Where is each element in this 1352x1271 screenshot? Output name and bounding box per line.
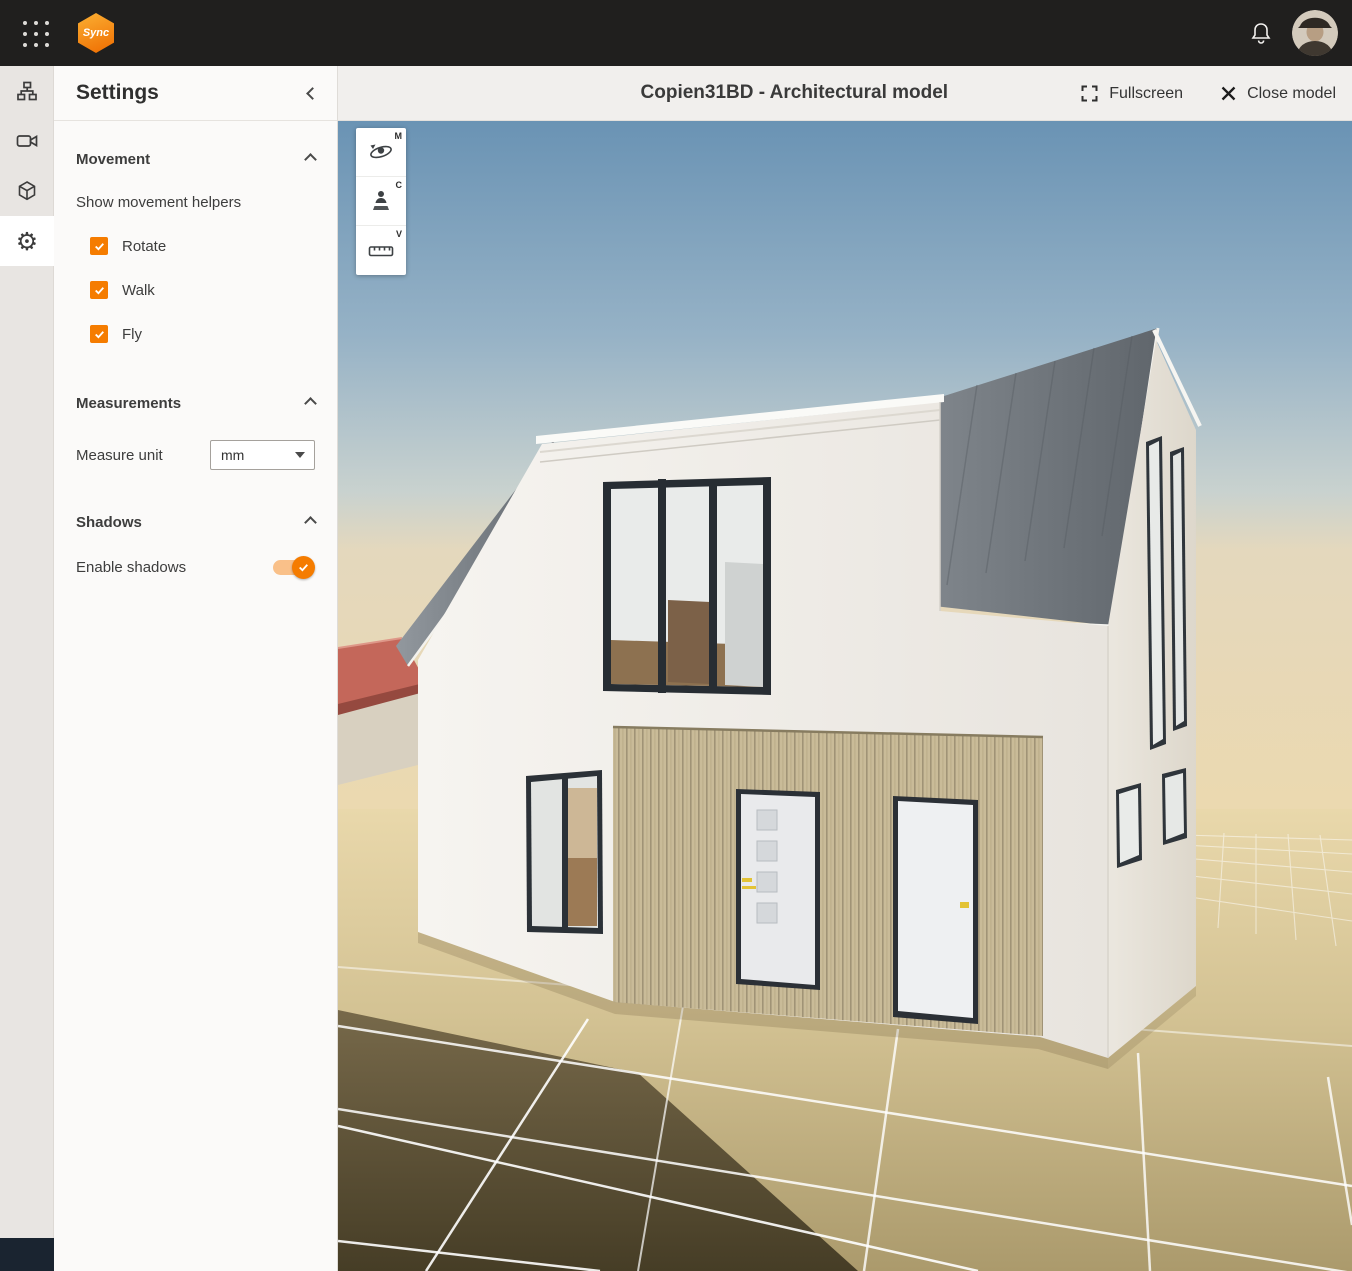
check-icon	[93, 328, 106, 341]
close-model-button[interactable]: Close model	[1221, 85, 1336, 103]
fly-checkbox[interactable]	[90, 325, 108, 343]
shadows-collapse-icon[interactable]	[304, 516, 317, 529]
rotate-checkbox-row[interactable]: Rotate	[76, 237, 315, 255]
cube-3d-icon	[15, 179, 39, 203]
walk-label: Walk	[122, 282, 155, 299]
orbit-icon	[368, 141, 394, 163]
fullscreen-icon	[1081, 85, 1098, 102]
sync-logo[interactable]: Sync	[78, 13, 114, 53]
check-icon	[93, 240, 106, 253]
walk-checkbox[interactable]	[90, 281, 108, 299]
movement-helpers-label: Show movement helpers	[76, 194, 315, 211]
person-icon	[371, 189, 391, 213]
movement-section-title: Movement	[76, 151, 150, 168]
settings-panel-header: Settings	[54, 66, 337, 121]
sidebar-item-hierarchy[interactable]	[0, 66, 54, 116]
enable-shadows-toggle[interactable]	[273, 560, 311, 575]
3d-scene[interactable]	[338, 121, 1352, 1271]
top-bar: Sync	[0, 0, 1352, 66]
viewport-tool-palette: M C V	[356, 128, 406, 275]
notifications-bell-icon[interactable]	[1250, 21, 1272, 50]
dropdown-caret-icon	[295, 452, 305, 458]
3d-canvas[interactable]	[338, 121, 1352, 1271]
measure-ruler-icon	[368, 243, 394, 259]
page-title: Settings	[76, 81, 159, 105]
walk-checkbox-row[interactable]: Walk	[76, 281, 315, 299]
logo-text: Sync	[83, 27, 109, 39]
viewport-header: Copien31BD - Architectural model Fullscr…	[338, 66, 1352, 121]
movement-section: Movement Show movement helpers Rotate Wa…	[54, 151, 337, 343]
video-camera-icon	[15, 129, 39, 153]
rotate-label: Rotate	[122, 238, 166, 255]
sidebar-item-model[interactable]	[0, 166, 54, 216]
collapse-panel-icon[interactable]	[306, 87, 319, 100]
person-hotkey: C	[396, 180, 403, 190]
measurements-collapse-icon[interactable]	[304, 397, 317, 410]
shadows-section-title: Shadows	[76, 514, 142, 531]
measure-unit-select[interactable]: mm	[210, 440, 315, 470]
measure-hotkey: V	[396, 229, 402, 239]
fly-label: Fly	[122, 326, 142, 343]
measure-unit-label: Measure unit	[76, 447, 163, 464]
sidebar-item-settings[interactable]: ⚙	[0, 216, 54, 266]
model-title: Copien31BD - Architectural model	[641, 82, 949, 104]
fullscreen-label: Fullscreen	[1109, 85, 1183, 103]
person-tool-button[interactable]: C	[356, 177, 406, 226]
left-icon-rail: ⚙	[0, 66, 54, 1271]
measurements-section: Measurements Measure unit mm	[54, 395, 337, 470]
enable-shadows-label: Enable shadows	[76, 559, 186, 576]
app-window: Sync	[0, 0, 1352, 1271]
fly-checkbox-row[interactable]: Fly	[76, 325, 315, 343]
rail-footer	[0, 1238, 54, 1271]
shadows-section: Shadows Enable shadows	[54, 514, 337, 576]
movement-collapse-icon[interactable]	[304, 153, 317, 166]
measure-unit-value: mm	[221, 447, 244, 463]
sidebar-item-camera[interactable]	[0, 116, 54, 166]
measure-tool-button[interactable]: V	[356, 226, 406, 275]
orbit-hotkey: M	[395, 131, 403, 141]
rotate-checkbox[interactable]	[90, 237, 108, 255]
check-icon	[297, 561, 310, 574]
check-icon	[93, 284, 106, 297]
fullscreen-button[interactable]: Fullscreen	[1081, 85, 1183, 103]
measurements-section-title: Measurements	[76, 395, 181, 412]
hierarchy-icon	[15, 79, 39, 103]
app-launcher-icon[interactable]	[22, 20, 50, 48]
orbit-tool-button[interactable]: M	[356, 128, 406, 177]
close-model-label: Close model	[1247, 85, 1336, 103]
user-avatar[interactable]	[1292, 10, 1338, 56]
close-icon	[1221, 86, 1236, 101]
viewport: Copien31BD - Architectural model Fullscr…	[338, 66, 1352, 1271]
gear-icon: ⚙	[16, 229, 38, 254]
toggle-thumb	[292, 556, 315, 579]
settings-panel: Settings Movement Show movement helpers …	[54, 66, 338, 1271]
